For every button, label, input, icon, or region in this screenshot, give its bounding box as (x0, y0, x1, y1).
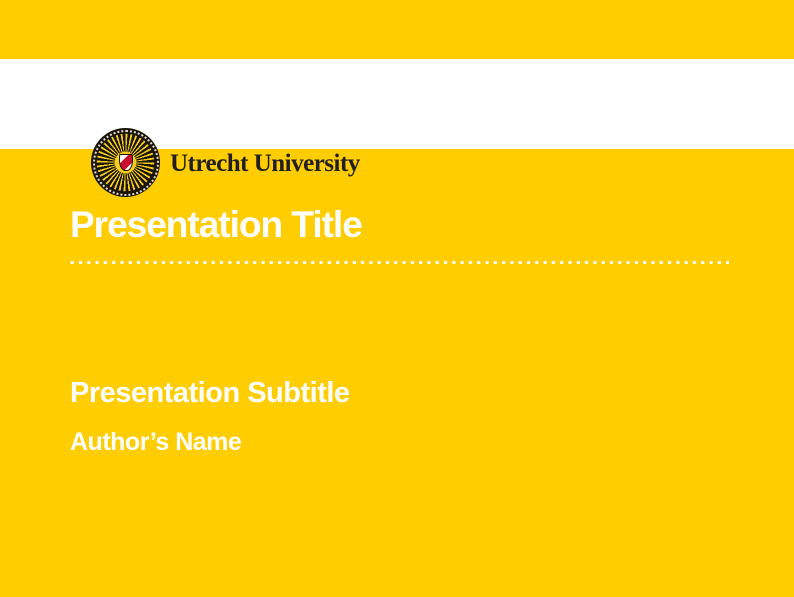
author-name: Author’s Name (70, 430, 241, 455)
presentation-title: Presentation Title (70, 206, 362, 243)
utrecht-sun-logo-icon (91, 128, 160, 197)
university-name: Utrecht University (170, 151, 360, 176)
dotted-divider (70, 259, 729, 266)
utrecht-shield-icon (119, 153, 133, 170)
logo-band: Utrecht University (0, 59, 794, 149)
title-slide: Utrecht University Presentation Title Pr… (0, 0, 794, 597)
presentation-subtitle: Presentation Subtitle (70, 379, 350, 408)
top-accent-band (0, 0, 794, 59)
